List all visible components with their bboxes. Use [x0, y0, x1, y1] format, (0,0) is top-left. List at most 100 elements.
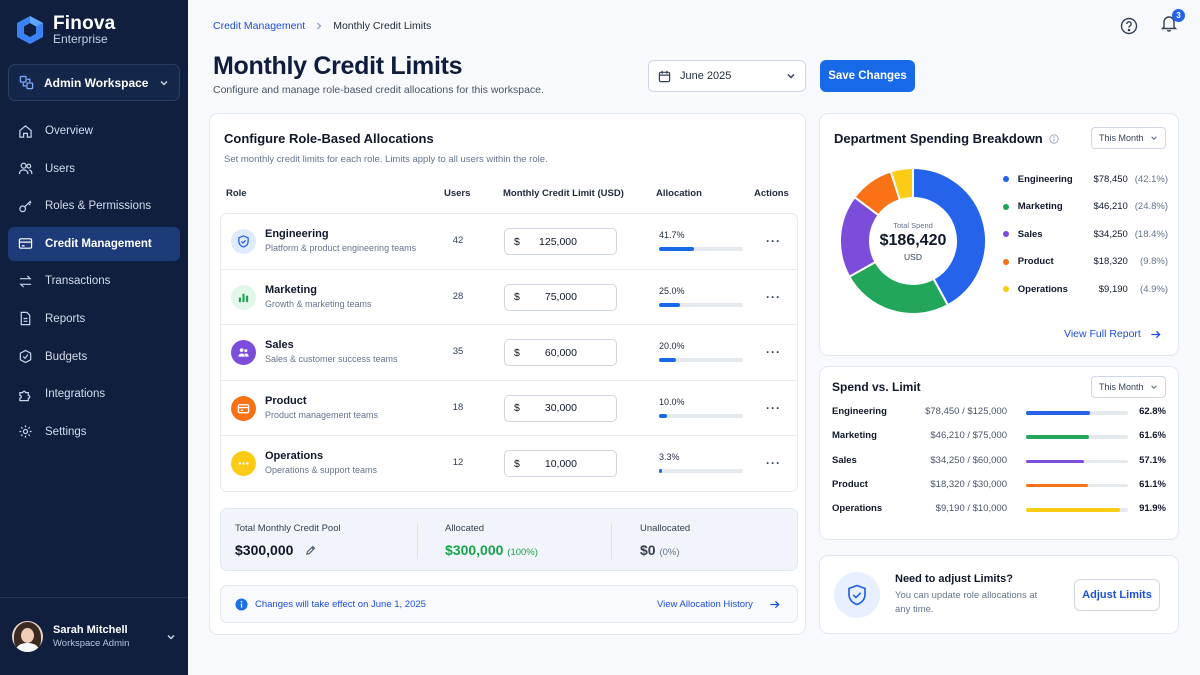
sidebar-item-settings[interactable]: Settings — [8, 415, 180, 449]
sidebar-item-roles[interactable]: Roles & Permissions — [8, 189, 180, 223]
col-limit: Monthly Credit Limit (USD) — [503, 188, 624, 199]
page-title: Monthly Credit Limits — [213, 52, 463, 80]
info-icon[interactable] — [1049, 133, 1059, 144]
donut-center: Total Spend $186,420 USD — [838, 166, 988, 316]
currency-symbol: $ — [514, 402, 520, 415]
help-title: Need to adjust Limits? — [895, 573, 1013, 585]
notification-badge: 3 — [1172, 9, 1185, 22]
sidebar-item-reports[interactable]: Reports — [8, 302, 180, 336]
swap-icon — [19, 275, 32, 288]
legend-amount: $78,450 — [1093, 173, 1128, 185]
allocation-bar-fill — [659, 247, 695, 251]
legend-item: Sales $34,250 (18.4%) — [1003, 227, 1168, 241]
pool-unallocated-label: Unallocated — [640, 523, 691, 534]
key-icon — [19, 200, 32, 212]
spend-vs-limit-card: Spend vs. Limit This Month Engineering $… — [819, 366, 1179, 540]
allocation-pct: 20.0% — [659, 341, 685, 352]
limit-input[interactable]: $30,000 — [504, 394, 617, 422]
pool-unallocated: $0 (0%) — [640, 542, 680, 558]
table-row: Engineering Platform & product engineeri… — [221, 214, 797, 270]
calendar-icon — [658, 70, 671, 82]
sidebar-item-label: Settings — [45, 425, 87, 438]
user-profile[interactable]: Sarah Mitchell Workspace Admin — [0, 597, 188, 675]
svl-period-value: This Month — [1099, 382, 1144, 392]
workspace-icon — [19, 75, 34, 90]
donut-total-value: $186,420 — [879, 231, 947, 249]
credit-card-icon — [18, 238, 33, 250]
more-actions-icon[interactable]: ··· — [766, 234, 781, 248]
limit-input[interactable]: $125,000 — [504, 228, 617, 255]
currency-symbol: $ — [514, 235, 520, 248]
role-name: Product — [265, 394, 307, 407]
chevron-down-icon — [1151, 136, 1157, 140]
legend-amount: $34,250 — [1093, 228, 1128, 240]
arrow-right-icon[interactable] — [1150, 329, 1161, 340]
role-icon-engineering — [231, 229, 256, 254]
help-icon-circle — [834, 572, 880, 618]
role-desc: Sales & customer success teams — [265, 354, 398, 365]
adjust-limits-button[interactable]: Adjust Limits — [1074, 579, 1160, 611]
view-full-report-link[interactable]: View Full Report — [1064, 328, 1141, 340]
legend-name: Product — [1017, 256, 1054, 267]
limit-input[interactable]: $10,000 — [504, 450, 617, 478]
allocation-bar — [659, 413, 743, 418]
effective-date-notice: Changes will take effect on June 1, 2025… — [220, 585, 798, 623]
shield-check-icon — [848, 584, 866, 606]
svl-bar — [1026, 508, 1128, 512]
legend-name: Operations — [1017, 283, 1068, 295]
role-desc: Product management teams — [265, 409, 379, 420]
limit-input[interactable]: $75,000 — [504, 283, 617, 311]
more-actions-icon[interactable]: ··· — [766, 290, 781, 304]
svl-bar-fill — [1026, 459, 1085, 464]
breadcrumb-parent[interactable]: Credit Management — [213, 20, 305, 32]
breakdown-heading: Department Spending Breakdown — [834, 131, 1059, 146]
month-select[interactable]: June 2025 — [648, 60, 806, 92]
save-button[interactable]: Save Changes — [820, 60, 915, 92]
currency-symbol: $ — [514, 346, 520, 359]
sidebar-item-label: Users — [45, 162, 76, 175]
chevron-down-icon — [1151, 385, 1157, 389]
more-icon — [238, 462, 249, 466]
edit-icon[interactable] — [305, 545, 316, 556]
role-users: 42 — [452, 235, 464, 246]
workspace-switcher[interactable]: Admin Workspace — [8, 64, 180, 101]
svl-name: Sales — [832, 454, 857, 466]
arrow-right-icon[interactable] — [769, 599, 780, 610]
legend-dot — [1003, 176, 1009, 182]
wallet-icon — [237, 403, 250, 414]
allocations-card: Configure Role-Based Allocations Set mon… — [209, 113, 806, 635]
sidebar-item-label: Budgets — [45, 350, 88, 363]
svl-amount: $18,320 / $30,000 — [930, 478, 1007, 490]
chevron-down-icon — [787, 73, 795, 79]
chevron-down-icon — [160, 80, 168, 86]
more-actions-icon[interactable]: ··· — [766, 401, 781, 415]
limit-input[interactable]: $60,000 — [504, 339, 617, 367]
help-icon[interactable] — [1120, 17, 1138, 35]
sidebar-item-budgets[interactable]: Budgets — [8, 340, 180, 374]
sidebar-item-label: Reports — [45, 312, 86, 325]
brand[interactable]: Finova Enterprise — [16, 14, 115, 46]
allocation-bar — [659, 469, 743, 474]
sidebar-item-overview[interactable]: Overview — [8, 114, 180, 148]
role-name: Marketing — [265, 283, 317, 296]
svl-bar-fill — [1026, 483, 1089, 488]
view-allocation-history-link[interactable]: View Allocation History — [657, 599, 753, 610]
svl-period-select[interactable]: This Month — [1091, 376, 1166, 398]
legend-amount: $18,320 — [1093, 256, 1128, 267]
document-icon — [20, 312, 31, 326]
more-actions-icon[interactable]: ··· — [766, 456, 781, 470]
sidebar-item-credit-management[interactable]: Credit Management — [8, 226, 180, 261]
bar-chart-icon — [238, 293, 249, 302]
sidebar-item-integrations[interactable]: Integrations — [8, 377, 180, 411]
sidebar-item-transactions[interactable]: Transactions — [8, 264, 180, 298]
breakdown-period-select[interactable]: This Month — [1091, 127, 1166, 149]
legend-name: Sales — [1017, 228, 1043, 240]
notifications-button[interactable]: 3 — [1160, 9, 1185, 37]
col-allocation: Allocation — [656, 188, 702, 199]
pool-allocated-value: $300,000 — [445, 542, 504, 558]
more-actions-icon[interactable]: ··· — [766, 345, 781, 359]
legend-percent: (42.1%) — [1134, 173, 1169, 185]
sidebar-item-users[interactable]: Users — [8, 152, 180, 186]
svl-name: Operations — [832, 503, 883, 515]
allocation-pct: 25.0% — [659, 285, 685, 296]
